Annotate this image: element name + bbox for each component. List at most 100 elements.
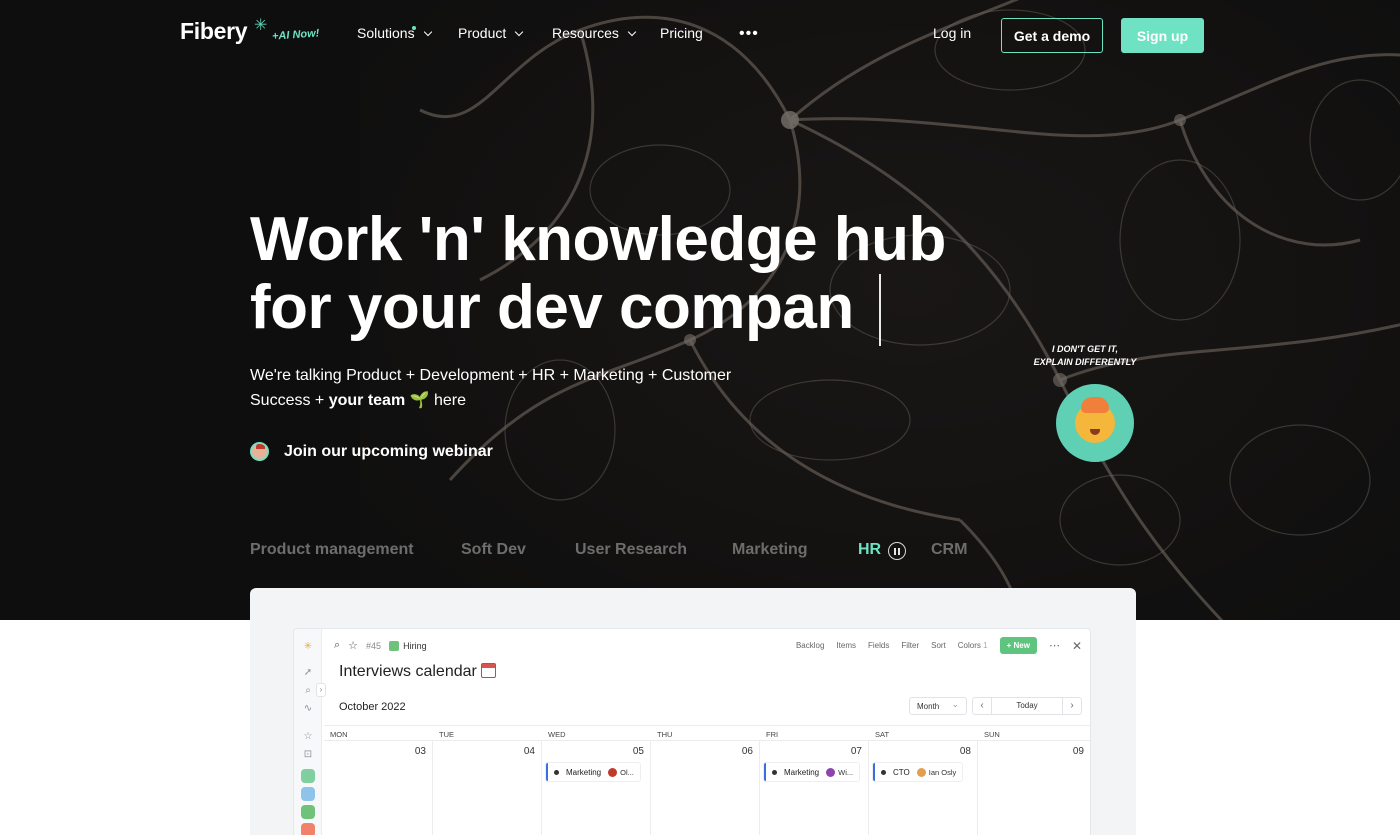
day-header-tue: TUE — [433, 725, 542, 741]
event-assignee: Ian Osly — [916, 767, 956, 777]
explain-differently-button[interactable] — [1056, 384, 1134, 462]
day-header-thu: THU — [651, 725, 760, 741]
event-assignee: Wi... — [826, 767, 854, 777]
day-cell[interactable]: 07 Marketing Wi... — [760, 741, 869, 835]
app-people-icon[interactable] — [301, 805, 315, 819]
avatar — [916, 767, 926, 777]
chevron-down-icon — [515, 27, 524, 36]
tab-product-management[interactable]: Product management — [250, 541, 414, 559]
day-cell[interactable]: 03 — [324, 741, 433, 835]
new-indicator-dot — [412, 26, 416, 30]
typing-caret — [879, 274, 881, 346]
day-number: 06 — [741, 746, 753, 757]
headline-line-1: Work 'n' knowledge hub — [250, 205, 946, 274]
lock-icon[interactable]: ⊡ — [302, 749, 314, 761]
assignee-name: Wi... — [838, 767, 854, 777]
more-options-icon[interactable]: ⋯ — [1049, 639, 1060, 652]
calendar-event[interactable]: Marketing Wi... — [764, 763, 860, 781]
tab-hr[interactable]: HR — [858, 541, 881, 559]
nav-product[interactable]: Product — [458, 25, 524, 41]
app-lock-icon[interactable] — [301, 787, 315, 801]
hiring-app-icon — [389, 640, 400, 651]
colors-label: Colors — [957, 641, 981, 650]
activity-icon[interactable]: ∿ — [302, 703, 314, 715]
date-navigation: ‹ Today › — [972, 697, 1082, 715]
day-header-mon: MON — [324, 725, 433, 741]
day-header-wed: WED — [542, 725, 651, 741]
rocket-icon[interactable]: ➚ — [302, 667, 314, 679]
search-icon[interactable]: ⌕ — [334, 639, 340, 652]
filter-button[interactable]: Filter — [901, 641, 919, 650]
hero-section: Fibery ✳ +AI Now! Solutions Product Reso… — [0, 0, 1400, 620]
assignee-name: Ol... — [620, 767, 634, 777]
nav-pricing[interactable]: Pricing — [660, 25, 703, 41]
exploding-head-icon — [1075, 397, 1115, 443]
hero-headline: Work 'n' knowledge hub for your dev comp… — [250, 206, 1010, 342]
new-button[interactable]: + New — [999, 637, 1037, 654]
day-number: 07 — [850, 746, 862, 757]
star-icon[interactable]: ☆ — [302, 731, 314, 743]
event-dot-icon — [554, 769, 559, 775]
sort-button[interactable]: Sort — [931, 641, 946, 650]
backlog-button[interactable]: Backlog — [796, 641, 824, 650]
subtext-part-2: 🌱 here — [405, 392, 467, 409]
app-target-icon[interactable] — [301, 823, 315, 835]
day-cell[interactable]: 06 — [651, 741, 760, 835]
day-cell[interactable]: 05 Marketing Ol... — [542, 741, 651, 835]
event-label: Marketing — [784, 767, 820, 777]
event-dot-icon — [881, 769, 886, 775]
star-icon[interactable]: ☆ — [348, 639, 358, 652]
more-menu-icon[interactable]: ••• — [739, 25, 759, 43]
ai-now-badge: +AI Now! — [271, 27, 320, 43]
calendar-event[interactable]: Marketing Ol... — [546, 763, 640, 781]
get-demo-button[interactable]: Get a demo — [1001, 18, 1103, 53]
close-icon[interactable]: ✕ — [1072, 639, 1082, 653]
colors-button[interactable]: Colors 1 — [958, 641, 988, 650]
tab-crm[interactable]: CRM — [931, 541, 967, 559]
nav-solutions-label: Solutions — [357, 25, 415, 41]
app-sidebar: ✳ ➚ ⌕ ∿ ☆ ⊡ › — [294, 629, 326, 835]
fibery-logo[interactable]: Fibery — [180, 18, 248, 45]
issue-count: #45 — [366, 640, 382, 651]
pause-icon[interactable] — [888, 542, 906, 560]
tab-user-research[interactable]: User Research — [575, 541, 687, 559]
calendar-event[interactable]: CTO Ian Osly — [873, 763, 963, 781]
day-number: 03 — [414, 746, 426, 757]
explain-caption-line-2: explain differently — [1033, 357, 1137, 367]
day-header-sun: SUN — [978, 725, 1090, 741]
day-cell[interactable]: 08 CTO Ian Osly — [869, 741, 978, 835]
host-avatar — [250, 442, 269, 461]
breadcrumb-hiring[interactable]: Hiring — [389, 640, 427, 651]
day-header-fri: FRI — [760, 725, 869, 741]
chevron-down-icon — [627, 27, 637, 36]
app-phone-icon[interactable] — [301, 769, 315, 783]
webinar-link[interactable]: Join our upcoming webinar — [250, 442, 493, 461]
chevron-down-icon — [423, 27, 432, 36]
fields-button[interactable]: Fields — [868, 641, 889, 650]
today-button[interactable]: Today — [991, 698, 1063, 714]
avatar — [608, 767, 618, 777]
expand-sidebar-icon[interactable]: › — [316, 683, 326, 697]
workspace-logo-icon[interactable]: ✳ — [302, 641, 314, 653]
top-navigation: Fibery ✳ +AI Now! Solutions Product Reso… — [0, 0, 1400, 70]
login-link[interactable]: Log in — [933, 25, 971, 41]
event-label: Marketing — [566, 767, 602, 777]
nav-resources[interactable]: Resources — [552, 25, 637, 41]
prev-arrow-icon[interactable]: ‹ — [973, 698, 991, 714]
tab-soft-dev[interactable]: Soft Dev — [461, 541, 526, 559]
items-button[interactable]: Items — [836, 641, 856, 650]
webinar-label: Join our upcoming webinar — [284, 442, 493, 460]
nav-solutions[interactable]: Solutions — [357, 25, 432, 41]
nav-pricing-label: Pricing — [660, 25, 703, 41]
app-toolbar: ⌕ ☆ #45 Hiring Backlog Items Fields Filt… — [322, 629, 1090, 661]
day-header-sat: SAT — [869, 725, 978, 741]
nav-product-label: Product — [458, 25, 507, 41]
view-mode-select[interactable]: Month — [909, 697, 967, 715]
signup-button[interactable]: Sign up — [1121, 18, 1204, 53]
search-icon[interactable]: ⌕ — [302, 685, 314, 697]
day-cell[interactable]: 04 — [433, 741, 542, 835]
colors-count: 1 — [983, 641, 988, 650]
day-cell[interactable]: 09 — [978, 741, 1090, 835]
tab-marketing[interactable]: Marketing — [732, 541, 808, 559]
next-arrow-icon[interactable]: › — [1063, 698, 1081, 714]
